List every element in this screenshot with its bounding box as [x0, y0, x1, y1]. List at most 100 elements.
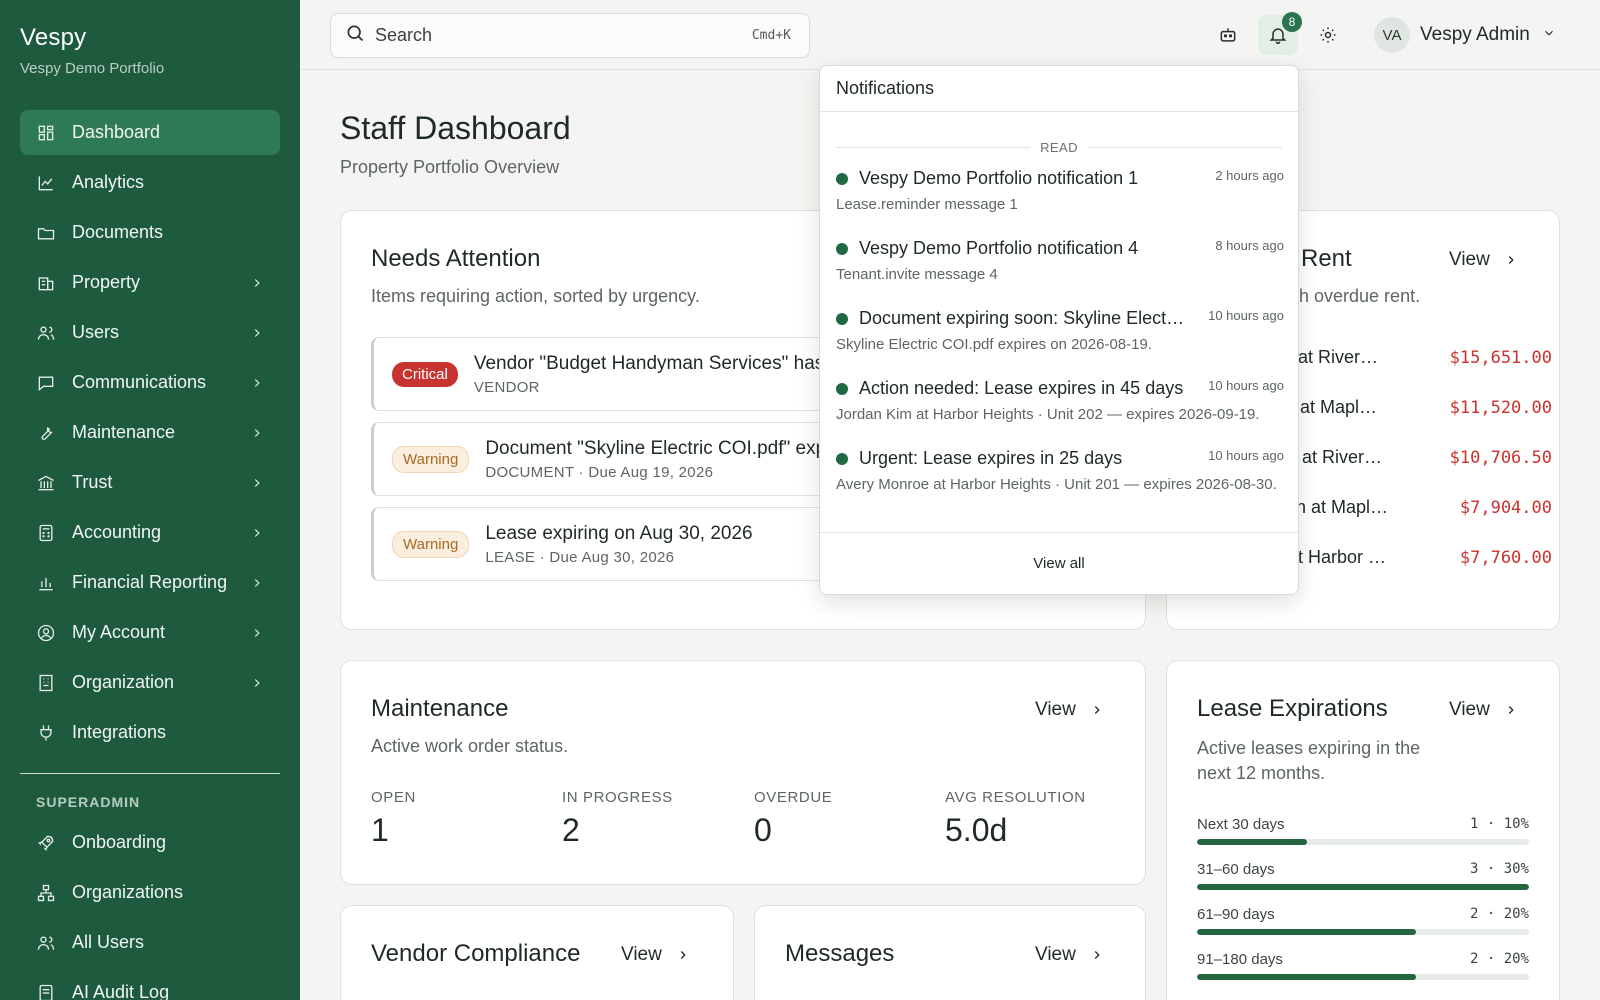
stat-label: IN PROGRESS	[562, 789, 673, 806]
vendor-compliance-view-link[interactable]: View	[621, 944, 690, 966]
ai-assistant-button[interactable]	[1208, 15, 1248, 55]
read-section-label: READ	[1040, 140, 1078, 155]
stat-overdue: OVERDUE 0	[754, 789, 832, 849]
stat-value: 0	[754, 812, 772, 848]
attention-item[interactable]: Warning Document "Skyline Electric COI.pd…	[371, 422, 841, 496]
notification-header: Vespy Demo Portfolio notification 4 8 hou…	[836, 238, 1284, 259]
attention-item[interactable]: Critical Vendor "Budget Handyman Services…	[371, 337, 841, 411]
sidebar-item-property[interactable]: Property	[20, 260, 280, 305]
search-input[interactable]: Search Cmd+K	[330, 13, 810, 58]
brand-title: Vespy	[20, 24, 87, 51]
calculator-icon	[36, 523, 56, 543]
view-label: View	[1449, 249, 1490, 270]
notification-title-wrap: Document expiring soon: Skyline Electric…	[836, 308, 1186, 329]
brand-subtitle: Vespy Demo Portfolio	[20, 60, 165, 77]
stat-label: AVG RESOLUTION	[945, 789, 1086, 806]
notification-count-badge: 8	[1282, 12, 1302, 32]
attention-item-meta: LEASE · Due Aug 30, 2026	[485, 548, 675, 566]
sidebar: Vespy Vespy Demo Portfolio Dashboard Anal…	[0, 0, 300, 1000]
lease-expiration-count: 2 · 20%	[1469, 951, 1529, 967]
status-dot-icon	[836, 242, 848, 255]
lease-expiration-bar	[1197, 884, 1529, 890]
search-icon	[345, 23, 365, 48]
sidebar-item-label: All Users	[72, 932, 145, 952]
sidebar-item-accounting[interactable]: Accounting	[20, 510, 280, 555]
attention-item-title: Lease expiring on Aug 30, 2026	[485, 522, 753, 544]
lease-expiration-bar	[1197, 929, 1529, 935]
sidebar-item-label: Organizations	[72, 882, 184, 902]
lease-expirations-title: Lease Expirations	[1197, 695, 1388, 722]
sidebar-nav: Dashboard Analytics Documents Property Users…	[20, 110, 280, 1000]
notification-item[interactable]: Vespy Demo Portfolio notification 1 2 hou…	[836, 168, 1284, 215]
sidebar-item-maintenance[interactable]: Maintenance	[20, 410, 280, 455]
messages-card: Messages View	[754, 905, 1146, 1000]
rocket-icon	[36, 833, 56, 853]
user-circle-icon	[36, 623, 56, 643]
lease-expiration-bar-fill	[1197, 929, 1417, 935]
maintenance-card: Maintenance View Active work order statu…	[340, 660, 1146, 885]
lease-expirations-subtitle: Active leases expiring in the next 12 mo…	[1197, 738, 1421, 783]
notification-time: 8 hours ago	[1215, 238, 1284, 253]
overdue-rent-view-link[interactable]: View	[1449, 249, 1518, 271]
user-menu[interactable]: VA Vespy Admin	[1374, 17, 1556, 53]
severity-badge: Critical	[392, 361, 458, 387]
attention-item-text: Vendor "Budget Handyman Services" has VEN…	[474, 353, 824, 396]
notification-time: 10 hours ago	[1208, 378, 1284, 393]
notification-item[interactable]: Urgent: Lease expires in 25 days 10 hours…	[836, 448, 1284, 495]
sidebar-item-documents[interactable]: Documents	[20, 210, 280, 255]
lease-expiration-range: Next 30 days	[1197, 816, 1285, 833]
folder-icon	[36, 223, 56, 243]
attention-item-meta: VENDOR	[473, 378, 540, 396]
bar-chart-icon	[36, 573, 56, 593]
sidebar-item-onboarding[interactable]: Onboarding	[20, 820, 280, 865]
lease-expiration-bar-fill	[1197, 974, 1417, 980]
settings-button[interactable]	[1308, 15, 1348, 55]
sidebar-item-my-account[interactable]: My Account	[20, 610, 280, 655]
maintenance-view-link[interactable]: View	[1035, 699, 1104, 721]
notification-message: Skyline Electric COI.pdf expires on 2026…	[836, 336, 1152, 353]
sidebar-item-communications[interactable]: Communications	[20, 360, 280, 405]
sidebar-item-label: AI Audit Log	[72, 982, 170, 1000]
chevron-right-icon	[250, 376, 264, 390]
notifications-button[interactable]: 8	[1258, 12, 1302, 55]
sidebar-item-dashboard[interactable]: Dashboard	[20, 110, 280, 155]
page-subtitle: Property Portfolio Overview	[340, 157, 560, 177]
view-all-notifications-button[interactable]: View all	[820, 532, 1298, 594]
notification-item[interactable]: Action needed: Lease expires in 45 days 1…	[836, 378, 1284, 425]
needs-attention-title: Needs Attention	[371, 245, 541, 272]
lease-expirations-view-link[interactable]: View	[1449, 699, 1518, 721]
robot-icon	[1220, 28, 1236, 42]
messages-view-link[interactable]: View	[1035, 944, 1104, 966]
lease-expiration-row: 61–90 days 2 · 20%	[1197, 906, 1529, 935]
notification-item[interactable]: Document expiring soon: Skyline Electric…	[836, 308, 1284, 355]
sidebar-item-label: Onboarding	[72, 832, 167, 852]
sidebar-item-users[interactable]: Users	[20, 310, 280, 355]
sidebar-item-integrations[interactable]: Integrations	[20, 710, 280, 755]
notification-title: Vespy Demo Portfolio notification 4	[859, 238, 1139, 258]
sidebar-item-all-users[interactable]: All Users	[20, 920, 280, 965]
notification-item[interactable]: Vespy Demo Portfolio notification 4 8 hou…	[836, 238, 1284, 285]
sidebar-item-label: Accounting	[72, 522, 162, 542]
sidebar-item-ai-audit-log[interactable]: AI Audit Log	[20, 970, 280, 1000]
attention-item[interactable]: Warning Lease expiring on Aug 30, 2026 LEA…	[371, 507, 841, 581]
chevron-down-icon	[1542, 26, 1556, 45]
chevron-right-icon	[1094, 951, 1100, 959]
sidebar-item-label: Integrations	[72, 722, 167, 742]
sidebar-item-label: Analytics	[72, 172, 145, 192]
sidebar-item-label: Communications	[72, 372, 207, 392]
lease-expiration-bar	[1197, 839, 1529, 845]
view-label: View	[1035, 944, 1076, 965]
stat-avg-resolution: AVG RESOLUTION 5.0d	[945, 789, 1086, 849]
notification-message: Avery Monroe at Harbor Heights · Unit 20…	[836, 476, 1277, 493]
chevron-right-icon	[250, 676, 264, 690]
chevron-right-icon	[1094, 706, 1100, 714]
lease-expiration-count: 2 · 20%	[1469, 906, 1529, 922]
sidebar-item-organizations[interactable]: Organizations	[20, 870, 280, 915]
messages-title: Messages	[785, 940, 895, 967]
search-shortcut: Cmd+K	[751, 28, 791, 43]
sidebar-item-analytics[interactable]: Analytics	[20, 160, 280, 205]
sidebar-item-organization[interactable]: Organization	[20, 660, 280, 705]
sidebar-item-trust[interactable]: Trust	[20, 460, 280, 505]
notification-message: Tenant.invite message 4	[836, 266, 998, 283]
sidebar-item-financial-reporting[interactable]: Financial Reporting	[20, 560, 280, 605]
